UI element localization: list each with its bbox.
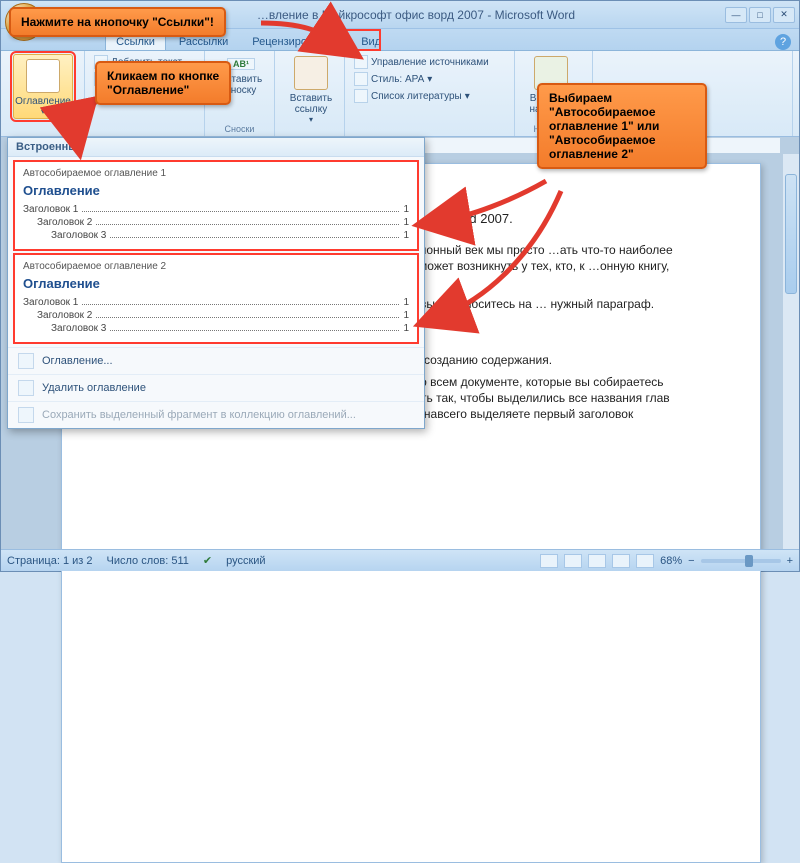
status-page[interactable]: Страница: 1 из 2 (7, 555, 93, 567)
bibliography-icon (354, 89, 368, 103)
style-icon (354, 72, 368, 86)
callout-3: Выбираем "Автособираемое оглавление 1" и… (537, 83, 707, 169)
view-web-button[interactable] (588, 554, 606, 568)
insert-citation-button[interactable]: Вставить ссылку▾ (281, 54, 341, 124)
toc-option-auto1[interactable]: Автособираемое оглавление 1 Оглавление З… (14, 161, 418, 250)
close-button[interactable]: ✕ (773, 7, 795, 23)
remove-icon (18, 380, 34, 396)
style-dropdown[interactable]: Стиль: APA ▾ (351, 71, 508, 87)
zoom-slider[interactable] (701, 559, 781, 563)
sources-icon (354, 55, 368, 69)
toc-option-label: Автособираемое оглавление 2 (23, 261, 409, 272)
tab-review[interactable]: Рецензирование (241, 32, 348, 50)
toc-remove-item[interactable]: Удалить оглавление (8, 374, 424, 401)
zoom-level[interactable]: 68% (660, 555, 682, 567)
toc-option-auto2[interactable]: Автособираемое оглавление 2 Оглавление З… (14, 254, 418, 343)
status-wordcount[interactable]: Число слов: 511 (107, 555, 189, 567)
vertical-scrollbar[interactable] (782, 154, 799, 549)
status-spellcheck-icon[interactable]: ✔ (203, 554, 212, 567)
tab-view[interactable]: Вид (350, 32, 392, 50)
view-printlayout-button[interactable] (540, 554, 558, 568)
view-draft-button[interactable] (636, 554, 654, 568)
toc-icon (26, 59, 60, 93)
minimize-button[interactable]: — (725, 7, 747, 23)
toc-button[interactable]: Оглавление ▾ (13, 54, 73, 119)
toc-icon (18, 353, 34, 369)
view-outline-button[interactable] (612, 554, 630, 568)
maximize-button[interactable]: □ (749, 7, 771, 23)
view-fullscreen-button[interactable] (564, 554, 582, 568)
zoom-out-button[interactable]: − (688, 555, 694, 567)
footnotes-group-label: Сноски (205, 124, 274, 134)
toc-button-label: Оглавление (15, 96, 71, 107)
help-icon[interactable]: ? (775, 34, 791, 50)
toc-gallery: Встроенный Автособираемое оглавление 1 О… (7, 137, 425, 429)
gallery-header: Встроенный (8, 138, 424, 157)
footnote-icon: AB¹ (227, 58, 255, 70)
bibliography-button[interactable]: Список литературы ▾ (351, 88, 508, 104)
toc-custom-item[interactable]: Оглавление... (8, 347, 424, 374)
citation-icon (294, 56, 328, 90)
scrollbar-thumb[interactable] (785, 174, 797, 294)
status-language[interactable]: русский (226, 555, 265, 567)
toc-save-selection-item: Сохранить выделенный фрагмент в коллекци… (8, 401, 424, 428)
toc-option-label: Автособираемое оглавление 1 (23, 168, 409, 179)
save-icon (18, 407, 34, 423)
callout-2: Кликаем по кнопке"Оглавление" (95, 61, 231, 105)
zoom-in-button[interactable]: + (787, 555, 793, 567)
status-bar: Страница: 1 из 2 Число слов: 511 ✔ русск… (1, 549, 799, 571)
callout-1: Нажмите на кнопочку "Ссылки"! (9, 7, 226, 37)
chevron-down-icon: ▾ (14, 107, 72, 116)
manage-sources-button[interactable]: Управление источниками (351, 54, 508, 70)
